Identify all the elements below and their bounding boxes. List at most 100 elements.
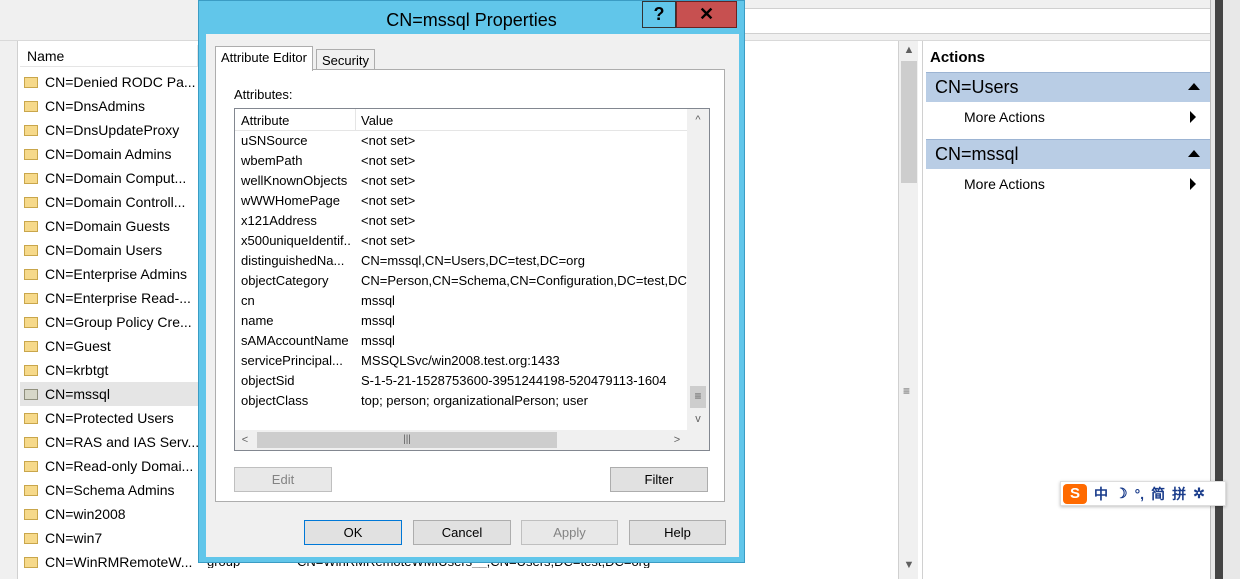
scroll-thumb[interactable]: ≡: [690, 386, 706, 408]
list-item[interactable]: CN=Domain Comput...: [20, 166, 200, 190]
ok-button[interactable]: OK: [304, 520, 402, 545]
list-item[interactable]: CN=Read-only Domai...: [20, 454, 200, 478]
list-item[interactable]: CN=Domain Admins: [20, 142, 200, 166]
ime-halfwidth-icon[interactable]: ☽: [1115, 485, 1128, 502]
attribute-value: top; person; organizationalPerson; user: [361, 393, 588, 408]
list-item-name: CN=Schema Admins: [45, 482, 175, 498]
edit-button[interactable]: Edit: [234, 467, 332, 492]
list-item[interactable]: CN=Domain Users: [20, 238, 200, 262]
attribute-name: uSNSource: [241, 133, 308, 148]
list-item[interactable]: CN=Domain Guests: [20, 214, 200, 238]
attribute-value: mssql: [361, 333, 395, 348]
scroll-down-arrow-icon[interactable]: ▼: [899, 559, 919, 577]
attribute-value: S-1-5-21-1528753600-3951244198-520479113…: [361, 373, 667, 388]
attribute-name: cn: [241, 293, 255, 308]
ime-simplified[interactable]: 简: [1151, 484, 1165, 504]
apply-button[interactable]: Apply: [521, 520, 618, 545]
attribute-row[interactable]: objectSid S-1-5-21-1528753600-3951244198-…: [235, 373, 687, 393]
folder-icon: [24, 244, 38, 256]
list-item[interactable]: CN=DnsAdmins: [20, 94, 200, 118]
scroll-up-arrow-icon[interactable]: ▲: [899, 44, 919, 62]
attribute-row[interactable]: wWWHomePage <not set>: [235, 193, 687, 213]
help-button[interactable]: Help: [629, 520, 726, 545]
column-header-value[interactable]: Value: [361, 113, 393, 128]
more-actions-mssql[interactable]: More Actions: [964, 176, 1045, 192]
list-item[interactable]: CN=Domain Controll...: [20, 190, 200, 214]
list-item[interactable]: CN=Schema Admins: [20, 478, 200, 502]
attribute-value: <not set>: [361, 173, 416, 188]
list-item-name: CN=Denied RODC Pa...: [45, 74, 196, 90]
ime-settings-icon[interactable]: ✲: [1193, 485, 1205, 502]
scroll-up-arrow-icon[interactable]: ^: [687, 110, 709, 130]
attribute-row[interactable]: objectCategory CN=Person,CN=Schema,CN=Con…: [235, 273, 687, 293]
list-item[interactable]: CN=Guest: [20, 334, 200, 358]
scroll-right-arrow-icon[interactable]: >: [667, 430, 687, 450]
grid-horizontal-scrollbar[interactable]: < ||| >: [235, 430, 709, 450]
folder-icon: [24, 148, 38, 160]
list-item[interactable]: CN=win2008: [20, 502, 200, 526]
attribute-row[interactable]: name mssql: [235, 313, 687, 333]
collapse-up-icon[interactable]: [1188, 150, 1200, 157]
folder-icon: [24, 124, 38, 136]
attribute-value: mssql: [361, 313, 395, 328]
scroll-thumb[interactable]: [901, 61, 917, 183]
tab-attribute-editor[interactable]: Attribute Editor: [215, 46, 313, 71]
list-item[interactable]: CN=win7: [20, 526, 200, 550]
tab-security[interactable]: Security: [316, 49, 375, 70]
list-item[interactable]: CN=RAS and IAS Serv...: [20, 430, 200, 454]
list-vertical-scrollbar[interactable]: ▲ ≡ ▼: [898, 41, 918, 579]
list-item[interactable]: CN=mssql: [20, 382, 205, 406]
attributes-grid[interactable]: Attribute Value uSNSource <not set> wbemPa…: [234, 108, 710, 451]
attribute-row[interactable]: wellKnownObjects <not set>: [235, 173, 687, 193]
actions-section-label: CN=Users: [935, 77, 1019, 97]
actions-section-users[interactable]: CN=Users: [926, 72, 1210, 102]
column-header-attribute[interactable]: Attribute: [241, 113, 289, 128]
folder-icon: [24, 508, 38, 520]
ime-toolbar[interactable]: S 中 ☽ °, 简 拼 ✲: [1060, 481, 1226, 506]
list-item[interactable]: CN=krbtgt: [20, 358, 200, 382]
folder-icon: [24, 556, 38, 568]
column-header-name[interactable]: Name: [20, 45, 198, 67]
submenu-arrow-icon: [1190, 178, 1196, 190]
ime-chinese-mode[interactable]: 中: [1094, 484, 1108, 504]
grid-vertical-scrollbar[interactable]: ^ ≡ v: [687, 109, 709, 430]
close-icon[interactable]: ✕: [676, 1, 737, 28]
actions-title: Actions: [930, 49, 986, 66]
attribute-row[interactable]: distinguishedNa... CN=mssql,CN=Users,DC=t…: [235, 253, 687, 273]
actions-section-mssql[interactable]: CN=mssql: [926, 139, 1210, 169]
folder-icon: [24, 196, 38, 208]
scroll-left-arrow-icon[interactable]: <: [235, 430, 255, 450]
more-actions-users[interactable]: More Actions: [964, 109, 1045, 125]
list-item[interactable]: CN=Enterprise Read-...: [20, 286, 200, 310]
list-item-name: CN=win2008: [45, 506, 126, 522]
attribute-row[interactable]: wbemPath <not set>: [235, 153, 687, 173]
column-separator[interactable]: [355, 109, 356, 131]
attribute-name: distinguishedNa...: [241, 253, 345, 268]
list-item[interactable]: CN=Protected Users: [20, 406, 200, 430]
attribute-row[interactable]: sAMAccountName mssql: [235, 333, 687, 353]
filter-button[interactable]: Filter: [610, 467, 708, 492]
list-item[interactable]: CN=Denied RODC Pa...: [20, 70, 200, 94]
collapse-up-icon[interactable]: [1188, 83, 1200, 90]
attribute-row[interactable]: servicePrincipal... MSSQLSvc/win2008.test…: [235, 353, 687, 373]
attributes-label: Attributes:: [234, 87, 293, 102]
ime-pinyin[interactable]: 拼: [1172, 484, 1186, 504]
attribute-value: <not set>: [361, 193, 416, 208]
attribute-row[interactable]: cn mssql: [235, 293, 687, 313]
list-item[interactable]: CN=WinRMRemoteW...: [20, 550, 200, 574]
attribute-row[interactable]: uSNSource <not set>: [235, 133, 687, 153]
attribute-row[interactable]: objectClass top; person; organizationalPe…: [235, 393, 687, 413]
cancel-button[interactable]: Cancel: [413, 520, 511, 545]
list-item[interactable]: CN=Group Policy Cre...: [20, 310, 200, 334]
list-item-name: CN=Enterprise Read-...: [45, 290, 191, 306]
attribute-row[interactable]: x500uniqueIdentif... <not set>: [235, 233, 687, 253]
list-item[interactable]: CN=Enterprise Admins: [20, 262, 200, 286]
help-icon[interactable]: ?: [642, 1, 676, 28]
list-item[interactable]: CN=DnsUpdateProxy: [20, 118, 200, 142]
sogou-logo-icon[interactable]: S: [1063, 483, 1087, 504]
scroll-thumb[interactable]: |||: [257, 432, 557, 448]
scroll-down-arrow-icon[interactable]: v: [687, 409, 709, 429]
attribute-value: MSSQLSvc/win2008.test.org:1433: [361, 353, 560, 368]
ime-punctuation-icon[interactable]: °,: [1135, 486, 1145, 502]
attribute-row[interactable]: x121Address <not set>: [235, 213, 687, 233]
